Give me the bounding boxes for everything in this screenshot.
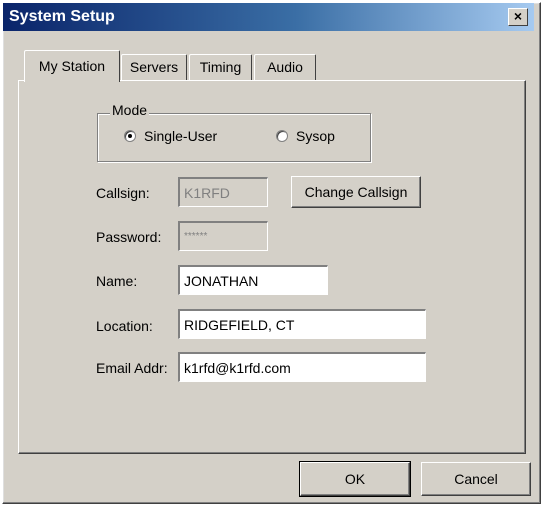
password-label: Password:	[96, 229, 162, 245]
ok-button[interactable]: OK	[299, 461, 411, 497]
email-field[interactable]	[178, 352, 426, 382]
tab-my-station[interactable]: My Station	[24, 50, 120, 82]
location-field[interactable]	[178, 309, 426, 339]
radio-button-icon[interactable]	[276, 130, 288, 142]
title-bar: System Setup ×	[3, 3, 534, 31]
radio-sysop-label: Sysop	[296, 128, 335, 144]
tab-servers[interactable]: Servers	[121, 54, 187, 80]
close-icon[interactable]: ×	[508, 8, 528, 26]
tab-audio[interactable]: Audio	[254, 54, 316, 80]
callsign-label: Callsign:	[96, 185, 150, 201]
radio-single-user[interactable]: Single-User	[124, 128, 217, 144]
radio-sysop[interactable]: Sysop	[276, 128, 335, 144]
password-field[interactable]	[178, 221, 268, 251]
cancel-button[interactable]: Cancel	[421, 462, 531, 496]
radio-button-icon[interactable]	[124, 130, 136, 142]
tab-timing[interactable]: Timing	[189, 54, 252, 80]
mode-group-label: Mode	[110, 102, 150, 118]
callsign-field[interactable]	[178, 177, 268, 207]
change-callsign-button[interactable]: Change Callsign	[291, 176, 421, 208]
name-label: Name:	[96, 273, 138, 289]
email-label: Email Addr:	[96, 360, 168, 376]
radio-single-user-label: Single-User	[144, 128, 218, 144]
name-field[interactable]	[178, 265, 328, 295]
window-title: System Setup	[9, 8, 115, 25]
location-label: Location:	[96, 318, 153, 334]
